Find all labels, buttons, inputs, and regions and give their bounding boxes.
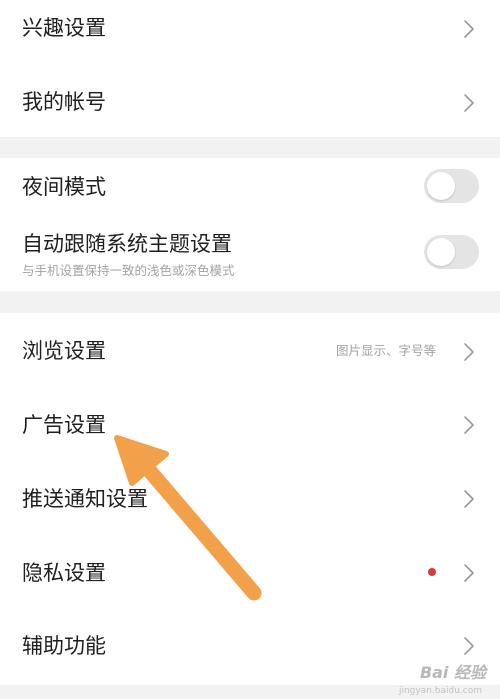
follow-system-theme-row: 自动跟随系统主题设置 与手机设置保持一致的浅色或深色模式 bbox=[0, 218, 500, 291]
ad-settings-label: 广告设置 bbox=[22, 413, 106, 437]
chevron-right-icon bbox=[464, 343, 474, 361]
night-mode-row: 夜间模式 bbox=[0, 158, 500, 218]
push-settings-label: 推送通知设置 bbox=[22, 487, 148, 511]
chevron-right-icon bbox=[464, 416, 474, 434]
interest-settings-row[interactable]: 兴趣设置 bbox=[0, 0, 500, 62]
toggle-knob bbox=[427, 172, 455, 200]
settings-group-display: 夜间模式 自动跟随系统主题设置 与手机设置保持一致的浅色或深色模式 bbox=[0, 158, 500, 291]
browse-settings-row[interactable]: 浏览设置 图片显示、字号等 bbox=[0, 313, 500, 387]
my-account-label: 我的帐号 bbox=[22, 90, 106, 114]
settings-group-account: 兴趣设置 我的帐号 bbox=[0, 0, 500, 137]
privacy-settings-row[interactable]: 隐私设置 bbox=[0, 535, 500, 609]
chevron-right-icon bbox=[464, 637, 474, 655]
browse-settings-label: 浏览设置 bbox=[22, 339, 106, 363]
ad-settings-row[interactable]: 广告设置 bbox=[0, 387, 500, 461]
chevron-right-icon bbox=[464, 94, 474, 112]
interest-settings-label: 兴趣设置 bbox=[22, 16, 106, 40]
follow-system-theme-label: 自动跟随系统主题设置 bbox=[22, 232, 232, 256]
my-account-row[interactable]: 我的帐号 bbox=[0, 62, 500, 137]
push-settings-row[interactable]: 推送通知设置 bbox=[0, 461, 500, 535]
watermark-url: jingyan.baidu.com bbox=[398, 686, 482, 696]
night-mode-label: 夜间模式 bbox=[22, 175, 106, 199]
settings-group-general: 浏览设置 图片显示、字号等 广告设置 推送通知设置 隐私设置 辅助功能 bbox=[0, 313, 500, 685]
chevron-right-icon bbox=[464, 20, 474, 38]
chevron-right-icon bbox=[464, 564, 474, 582]
night-mode-toggle[interactable] bbox=[424, 169, 479, 203]
follow-system-theme-toggle[interactable] bbox=[424, 235, 479, 269]
follow-system-theme-description: 与手机设置保持一致的浅色或深色模式 bbox=[22, 263, 235, 278]
chevron-right-icon bbox=[464, 490, 474, 508]
accessibility-label: 辅助功能 bbox=[22, 634, 106, 658]
toggle-knob bbox=[427, 238, 455, 266]
browse-settings-hint: 图片显示、字号等 bbox=[335, 343, 436, 358]
baidu-jingyan-watermark: Bai 经验 bbox=[419, 663, 486, 682]
notification-dot bbox=[428, 568, 436, 576]
privacy-settings-label: 隐私设置 bbox=[22, 561, 106, 585]
